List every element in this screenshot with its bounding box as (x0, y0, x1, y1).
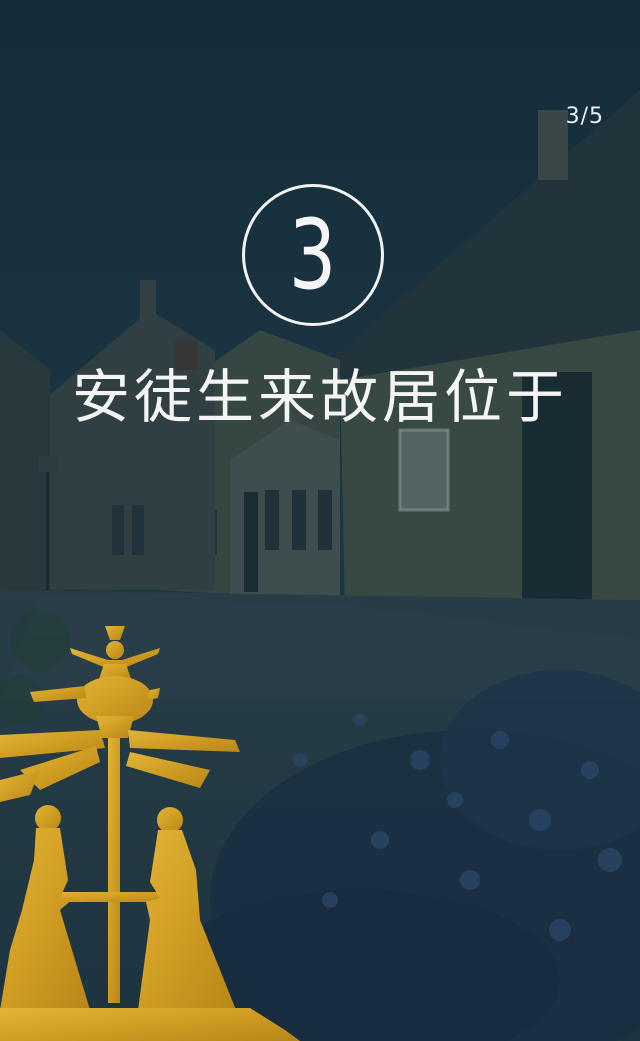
step-number: 3 (289, 199, 337, 311)
papercut-icon (0, 626, 300, 1041)
step-number-badge: 3 (242, 184, 384, 326)
slide-page: 3/5 3 安徒生来故居位于 (0, 0, 640, 1041)
page-counter: 3/5 (565, 104, 604, 129)
headline-text: 安徒生来故居位于 (71, 363, 568, 431)
